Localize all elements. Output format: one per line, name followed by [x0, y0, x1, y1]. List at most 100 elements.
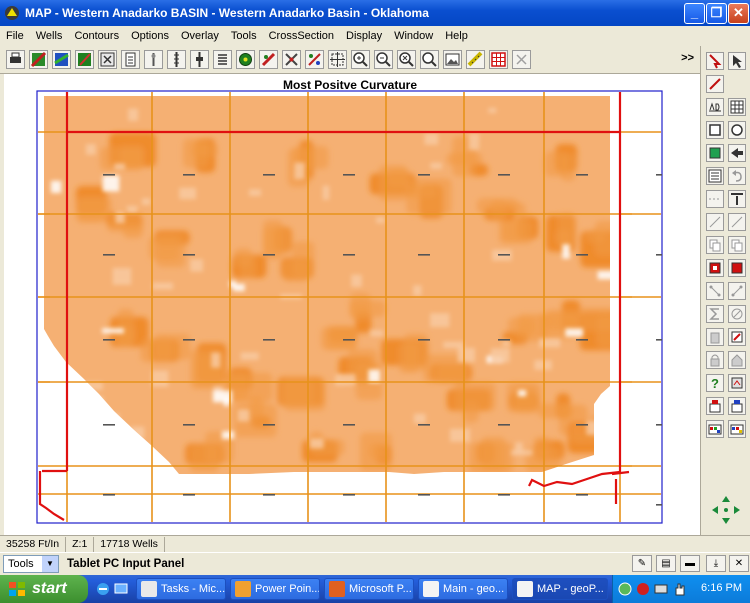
- map-color-2-icon[interactable]: [52, 50, 71, 69]
- township-marker: [263, 494, 275, 496]
- well-log-2-icon[interactable]: [190, 50, 209, 69]
- tools-dropdown[interactable]: Tools ▼: [3, 555, 59, 573]
- nodes-2-icon[interactable]: [728, 282, 746, 300]
- task-main-geo[interactable]: Main - geo...: [418, 578, 508, 600]
- pointer-red-icon[interactable]: [706, 52, 724, 70]
- menu-window[interactable]: Window: [388, 30, 439, 42]
- file-print-icon[interactable]: [121, 50, 140, 69]
- line-diag-2-icon[interactable]: [728, 213, 746, 231]
- township-marker: [103, 174, 115, 176]
- rectangle-icon[interactable]: [706, 121, 724, 139]
- menu-contours[interactable]: Contours: [68, 30, 125, 42]
- polygon-icon[interactable]: [706, 144, 724, 162]
- quicklaunch-ie-icon[interactable]: [95, 581, 111, 597]
- menu-crosssection[interactable]: CrossSection: [263, 30, 340, 42]
- text-abc-icon[interactable]: [706, 98, 724, 116]
- maximize-button[interactable]: ❐: [706, 3, 727, 24]
- menu-file[interactable]: File: [0, 30, 30, 42]
- task-map-geo[interactable]: MAP - geoP...: [512, 578, 608, 600]
- copy-2-icon[interactable]: [728, 236, 746, 254]
- map-canvas[interactable]: [0, 74, 700, 535]
- menu-wells[interactable]: Wells: [30, 30, 69, 42]
- lock-icon[interactable]: [706, 351, 724, 369]
- arrow-select-icon[interactable]: [728, 52, 746, 70]
- task-microsoft-p[interactable]: Microsoft P...: [324, 578, 414, 600]
- close-panel-icon[interactable]: ✕: [729, 555, 749, 572]
- stack-2-icon[interactable]: [728, 397, 746, 415]
- more-tools-button[interactable]: >>: [681, 52, 694, 64]
- well-log-icon[interactable]: [167, 50, 186, 69]
- globe-icon[interactable]: [236, 50, 255, 69]
- task-powerpoint[interactable]: Power Poin...: [230, 578, 320, 600]
- zoom-out-icon[interactable]: [374, 50, 393, 69]
- zoom-in-icon[interactable]: [351, 50, 370, 69]
- task-tasks[interactable]: Tasks - Mic...: [136, 578, 226, 600]
- start-button[interactable]: start: [0, 575, 88, 603]
- dock-down-icon[interactable]: ⤓: [706, 555, 726, 572]
- writing-pad-icon[interactable]: ▬: [680, 555, 700, 572]
- fault-icon[interactable]: [259, 50, 278, 69]
- circle-icon[interactable]: [728, 121, 746, 139]
- crossed-tools-icon[interactable]: [282, 50, 301, 69]
- help-question-icon[interactable]: ?: [706, 374, 724, 392]
- print-icon[interactable]: [6, 50, 25, 69]
- township-marker: [418, 494, 430, 496]
- home-icon[interactable]: [728, 351, 746, 369]
- tray-hand-icon[interactable]: [671, 581, 687, 597]
- quicklaunch-desktop-icon[interactable]: [113, 581, 129, 597]
- menu-options[interactable]: Options: [125, 30, 175, 42]
- grid-image-icon[interactable]: [98, 50, 117, 69]
- undo-icon[interactable]: [728, 167, 746, 185]
- tray-security-icon[interactable]: [635, 581, 651, 597]
- eraser-icon[interactable]: [728, 305, 746, 323]
- curvature-blob: [326, 325, 358, 350]
- close-button[interactable]: ✕: [728, 3, 749, 24]
- zoom-reset-icon[interactable]: [397, 50, 416, 69]
- tray-globe-icon[interactable]: [617, 581, 633, 597]
- layer-icon[interactable]: [728, 374, 746, 392]
- map-color-icon[interactable]: [29, 50, 48, 69]
- minimize-button[interactable]: _: [684, 3, 705, 24]
- menu-tools[interactable]: Tools: [225, 30, 263, 42]
- well-symbol-icon[interactable]: [144, 50, 163, 69]
- zoom-box-icon[interactable]: [328, 50, 347, 69]
- image-icon[interactable]: [443, 50, 462, 69]
- menu-help[interactable]: Help: [439, 30, 474, 42]
- low-curvature-spot: [112, 267, 132, 285]
- pen-red-icon[interactable]: [706, 75, 724, 93]
- arrow-left-icon[interactable]: [728, 144, 746, 162]
- disabled-x-icon[interactable]: [512, 50, 531, 69]
- menu-overlay[interactable]: Overlay: [175, 30, 225, 42]
- low-curvature-spot: [488, 107, 497, 114]
- pen-icon[interactable]: ✎: [632, 555, 652, 572]
- zoom-extent-icon[interactable]: [420, 50, 439, 69]
- pen-pad-icon[interactable]: [728, 328, 746, 346]
- township-marker: [263, 174, 275, 176]
- palette-icon[interactable]: [706, 420, 724, 438]
- curvature-map[interactable]: [4, 74, 700, 535]
- grid-red-icon[interactable]: [489, 50, 508, 69]
- line-diag-icon[interactable]: [706, 213, 724, 231]
- map-color-3-icon[interactable]: [75, 50, 94, 69]
- legend-list-icon[interactable]: [706, 167, 724, 185]
- pan-arrows-icon[interactable]: [710, 494, 742, 526]
- fill-red-2-icon[interactable]: [728, 259, 746, 277]
- fill-red-icon[interactable]: [706, 259, 724, 277]
- wells-arrows-icon[interactable]: [305, 50, 324, 69]
- menu-display[interactable]: Display: [340, 30, 388, 42]
- tray-network-icon[interactable]: [653, 581, 669, 597]
- microsoft-app-icon: [329, 581, 345, 597]
- map-title: Most Positve Curvature: [282, 78, 418, 92]
- align-top-icon[interactable]: [728, 190, 746, 208]
- ruler-icon[interactable]: [466, 50, 485, 69]
- copy-icon[interactable]: [706, 236, 724, 254]
- palette-2-icon[interactable]: [728, 420, 746, 438]
- grid-table-icon[interactable]: [728, 98, 746, 116]
- sigma-icon[interactable]: [706, 305, 724, 323]
- keyboard-icon[interactable]: ▤: [656, 555, 676, 572]
- stack-icon[interactable]: [706, 397, 724, 415]
- list-icon[interactable]: [213, 50, 232, 69]
- nodes-icon[interactable]: [706, 282, 724, 300]
- trash-icon[interactable]: [706, 328, 724, 346]
- dotted-line-icon[interactable]: [706, 190, 724, 208]
